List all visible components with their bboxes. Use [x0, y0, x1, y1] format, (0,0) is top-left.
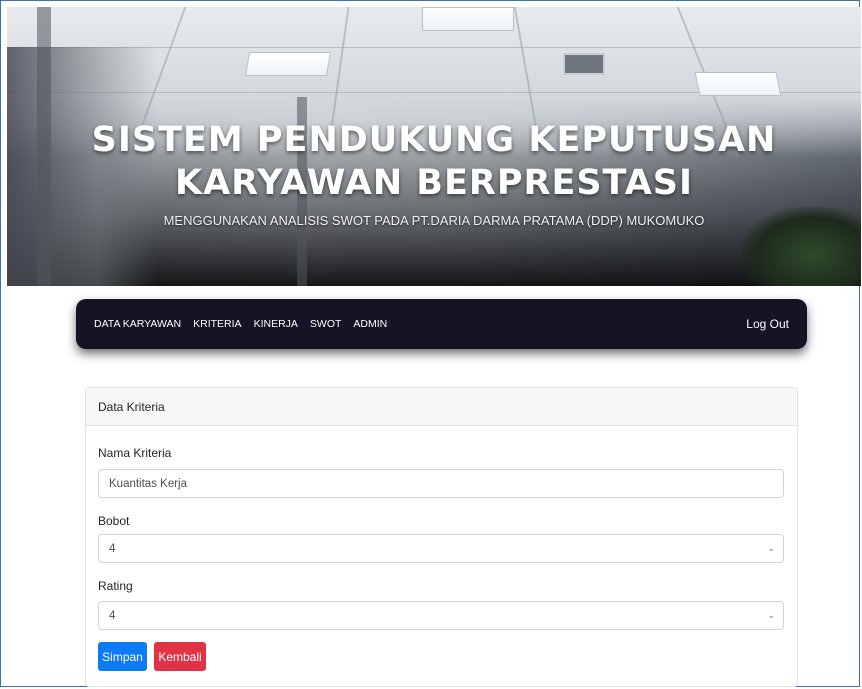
kriteria-card: Data Kriteria Nama Kriteria Kuantitas Ke… [85, 387, 798, 687]
chevron-down-icon: ⌄ [767, 543, 775, 553]
ceiling-vent [563, 53, 605, 75]
nav-data-karyawan[interactable]: DATA KARYAWAN [94, 318, 181, 330]
page-title: SISTEM PENDUKUNG KEPUTUSAN KARYAWAN BERP… [7, 119, 861, 205]
nama-kriteria-input[interactable]: Kuantitas Kerja [98, 469, 784, 498]
title-line-1: SISTEM PENDUKUNG KEPUTUSAN [91, 120, 777, 160]
nav-kriteria[interactable]: KRITERIA [193, 318, 241, 330]
bobot-label: Bobot [98, 514, 130, 528]
nav-kinerja[interactable]: KINERJA [254, 318, 298, 330]
title-line-2: KARYAWAN BERPRESTASI [174, 163, 694, 203]
chevron-down-icon: ⌄ [767, 610, 775, 620]
card-title: Data Kriteria [86, 388, 797, 426]
nama-kriteria-value: Kuantitas Kerja [109, 477, 187, 490]
back-button[interactable]: Kembali [154, 642, 206, 671]
nama-kriteria-label: Nama Kriteria [98, 446, 172, 460]
ceiling-light [422, 7, 514, 31]
page-frame: SISTEM PENDUKUNG KEPUTUSAN KARYAWAN BERP… [0, 0, 861, 687]
save-button[interactable]: Simpan [98, 642, 147, 671]
bobot-select[interactable]: 4 ⌄ [98, 534, 784, 563]
rating-select[interactable]: 4 ⌄ [98, 601, 784, 630]
rating-value: 4 [109, 609, 116, 622]
rating-label: Rating [98, 579, 133, 593]
page-subtitle: MENGGUNAKAN ANALISIS SWOT PADA PT.DARIA … [163, 213, 705, 228]
ceiling-light [244, 52, 332, 76]
main-navbar: DATA KARYAWAN KRITERIA KINERJA SWOT ADMI… [76, 299, 807, 349]
hero-banner: SISTEM PENDUKUNG KEPUTUSAN KARYAWAN BERP… [7, 7, 861, 286]
bobot-value: 4 [109, 542, 116, 555]
nav-links: DATA KARYAWAN KRITERIA KINERJA SWOT ADMI… [94, 318, 387, 330]
ceiling-light [694, 72, 782, 96]
nav-swot[interactable]: SWOT [310, 318, 342, 330]
logout-link[interactable]: Log Out [746, 317, 789, 331]
nav-admin[interactable]: ADMIN [353, 318, 387, 330]
